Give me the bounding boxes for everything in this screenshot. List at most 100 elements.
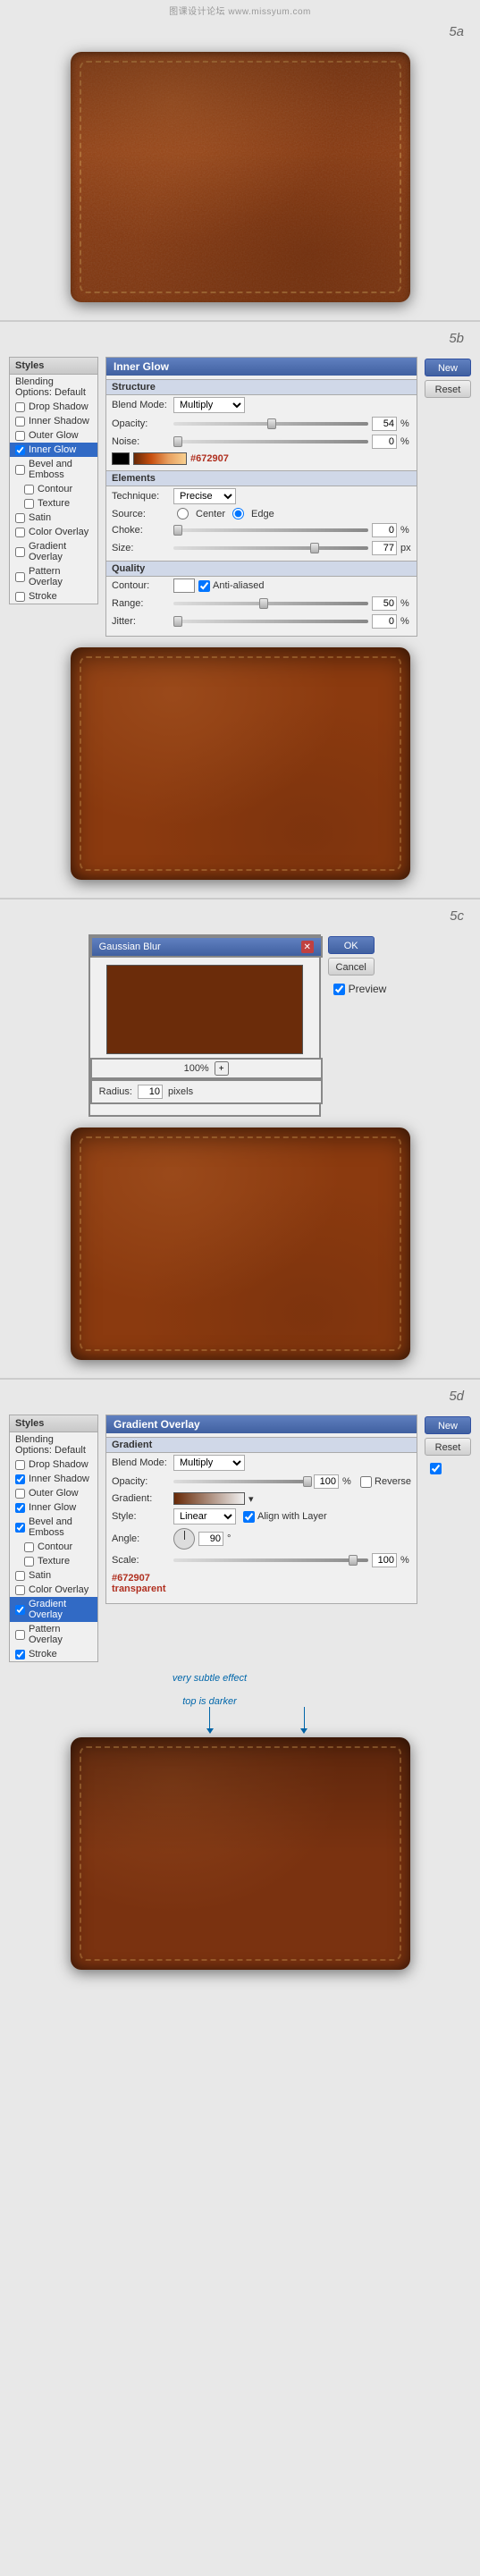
gradient-blend-mode-row: Blend Mode: Multiply	[106, 1453, 417, 1473]
blend-mode-label: Blend Mode:	[112, 400, 170, 410]
pattern-overlay-item[interactable]: Pattern Overlay	[10, 564, 97, 589]
size-slider[interactable]	[173, 546, 368, 550]
size-label: Size:	[112, 543, 170, 553]
leather-card-5d	[71, 1737, 410, 1970]
black-swatch[interactable]	[112, 452, 130, 465]
choke-row: Choke: %	[106, 521, 417, 539]
inner-glow-item[interactable]: Inner Glow	[10, 443, 97, 457]
zoom-in-button[interactable]: +	[215, 1061, 229, 1076]
color-overlay-item[interactable]: Color Overlay	[10, 525, 97, 539]
contour-swatch[interactable]	[173, 579, 195, 593]
drop-shadow-5d[interactable]: Drop Shadow	[10, 1457, 97, 1472]
blending-options-header[interactable]: Blending Options: Default	[10, 375, 97, 400]
style-label: Style:	[112, 1511, 170, 1522]
color-hex-annotation: #672907	[190, 453, 229, 464]
section-5d-dialogs: Styles Blending Options: Default Drop Sh…	[0, 1407, 480, 1669]
jitter-value[interactable]	[372, 614, 397, 629]
quality-header: Quality	[106, 561, 417, 577]
bevel-emboss-item[interactable]: Bevel and Emboss	[10, 457, 97, 482]
blending-options-5d[interactable]: Blending Options: Default	[10, 1432, 97, 1457]
section-5d-label: 5d	[0, 1383, 480, 1407]
gradient-color-annotation: #672907	[112, 1573, 150, 1584]
size-row: Size: px	[106, 539, 417, 557]
choke-value[interactable]	[372, 523, 397, 537]
inner-shadow-5d[interactable]: Inner Shadow	[10, 1472, 97, 1486]
size-value[interactable]	[372, 541, 397, 555]
gaussian-cancel-button[interactable]: Cancel	[328, 958, 375, 976]
noise-value[interactable]	[372, 435, 397, 449]
section-5a-leather	[0, 43, 480, 317]
angle-label: Angle:	[112, 1533, 170, 1544]
range-value[interactable]	[372, 596, 397, 611]
source-edge-radio[interactable]	[232, 508, 244, 519]
jitter-slider[interactable]	[173, 620, 368, 623]
contour-row: Contour: Anti-aliased	[106, 577, 417, 595]
gradient-overlay-5d[interactable]: Gradient Overlay	[10, 1597, 97, 1622]
radius-value-input[interactable]	[138, 1085, 163, 1099]
stroke-5d[interactable]: Stroke	[10, 1647, 97, 1661]
range-row: Range: %	[106, 595, 417, 612]
section-5c-label: 5c	[0, 903, 480, 927]
scale-value[interactable]	[372, 1553, 397, 1567]
opacity-row: Opacity: %	[106, 415, 417, 433]
outer-glow-5d[interactable]: Outer Glow	[10, 1486, 97, 1500]
color-overlay-5d[interactable]: Color Overlay	[10, 1583, 97, 1597]
reset-button[interactable]: Reset	[425, 380, 471, 398]
new-button[interactable]: New	[425, 359, 471, 376]
gradient-opacity-value[interactable]	[314, 1474, 339, 1489]
gaussian-title: Gaussian Blur	[99, 942, 161, 952]
gaussian-blur-dialog: Gaussian Blur ✕ 100% + Radius: pixels	[88, 934, 321, 1117]
gradient-preview-swatch[interactable]	[133, 452, 187, 465]
inner-shadow-item[interactable]: Inner Shadow	[10, 414, 97, 428]
scale-slider[interactable]	[173, 1558, 368, 1562]
satin-item[interactable]: Satin	[10, 511, 97, 525]
noise-unit: %	[400, 436, 411, 447]
pattern-overlay-5d[interactable]: Pattern Overlay	[10, 1622, 97, 1647]
choke-unit: %	[400, 525, 411, 536]
style-select[interactable]: Linear	[173, 1508, 236, 1524]
gradient-blend-select[interactable]: Multiply	[173, 1455, 245, 1471]
subtle-annotation: very subtle effect top is darker	[173, 1673, 247, 1734]
reset-button-5d[interactable]: Reset	[425, 1438, 471, 1456]
technique-label: Technique:	[112, 491, 170, 502]
outer-glow-item[interactable]: Outer Glow	[10, 428, 97, 443]
new-button-5d[interactable]: New	[425, 1416, 471, 1434]
technique-select[interactable]: Precise	[173, 488, 236, 504]
satin-5d[interactable]: Satin	[10, 1568, 97, 1583]
styles-panel-5d: Styles Blending Options: Default Drop Sh…	[9, 1415, 98, 1662]
gaussian-ok-button[interactable]: OK	[328, 936, 375, 954]
gradient-overlay-item[interactable]: Gradient Overlay	[10, 539, 97, 564]
color-annotation-row: #672907 transparent	[106, 1569, 417, 1598]
gradient-opacity-slider[interactable]	[173, 1480, 310, 1483]
angle-dial[interactable]	[173, 1528, 195, 1550]
gaussian-preview	[106, 965, 303, 1054]
gaussian-preview-checkbox: Preview	[328, 981, 392, 997]
gaussian-close-button[interactable]: ✕	[301, 941, 314, 953]
contour-item[interactable]: Contour	[10, 482, 97, 496]
bevel-emboss-5d[interactable]: Bevel and Emboss	[10, 1515, 97, 1540]
jitter-unit: %	[400, 616, 411, 627]
annotation-block-5d: very subtle effect top is darker	[0, 1669, 480, 1734]
color-swatch-row: #672907	[106, 451, 417, 467]
source-center-radio[interactable]	[177, 508, 189, 519]
choke-slider[interactable]	[173, 528, 368, 532]
leather-card-5a	[71, 52, 410, 302]
opacity-value[interactable]	[372, 417, 397, 431]
noise-slider[interactable]	[173, 440, 368, 443]
stroke-item[interactable]: Stroke	[10, 589, 97, 604]
gradient-label2: Gradient:	[112, 1493, 170, 1504]
texture-5d[interactable]: Texture	[10, 1554, 97, 1568]
texture-item[interactable]: Texture	[10, 496, 97, 511]
transparent-annotation: transparent	[112, 1584, 166, 1594]
contour-5d[interactable]: Contour	[10, 1540, 97, 1554]
range-slider[interactable]	[173, 602, 368, 605]
inner-glow-5d[interactable]: Inner Glow	[10, 1500, 97, 1515]
drop-shadow-item[interactable]: Drop Shadow	[10, 400, 97, 414]
gradient-swatch[interactable]	[173, 1492, 245, 1505]
blend-mode-select[interactable]: Multiply	[173, 397, 245, 413]
source-label: Source:	[112, 509, 170, 519]
opacity-slider[interactable]	[173, 422, 368, 426]
angle-value[interactable]	[198, 1532, 223, 1546]
source-edge-label: Edge	[251, 509, 274, 519]
source-row: Source: Center Edge	[106, 506, 417, 521]
